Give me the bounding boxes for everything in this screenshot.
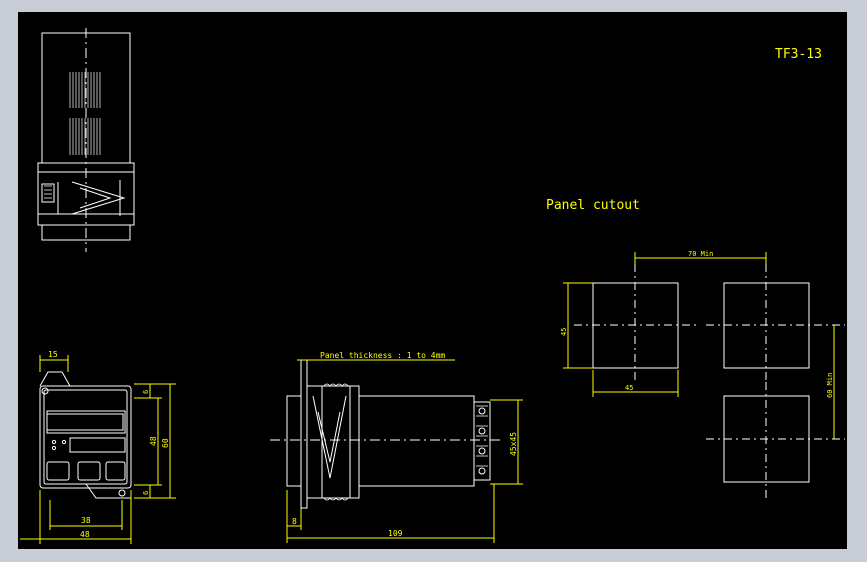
dim-front-height-overall: 60 bbox=[161, 438, 170, 448]
panel-cutout-label: Panel cutout bbox=[546, 198, 640, 213]
panel-thickness-note: Panel thickness : 1 to 4mm bbox=[320, 351, 445, 360]
cad-window: TF3-13 Panel cutout 15 48 38 48 60 6 6 P… bbox=[0, 0, 867, 562]
dim-front-inner-width: 38 bbox=[81, 516, 91, 525]
dim-side-panel-offset: 8 bbox=[292, 517, 297, 526]
dim-cutout-width: 45 bbox=[625, 384, 633, 392]
drawing-title: TF3-13 bbox=[775, 47, 822, 62]
dim-front-height-inner: 48 bbox=[149, 436, 158, 446]
dim-front-small-top: 6 bbox=[142, 390, 150, 394]
drawing-area[interactable] bbox=[18, 12, 847, 549]
dim-side-height: 45x45 bbox=[509, 432, 518, 456]
dim-side-length: 109 bbox=[388, 529, 403, 538]
dim-cutout-height: 45 bbox=[560, 328, 568, 336]
dim-front-top-width: 15 bbox=[48, 350, 58, 359]
dim-front-small-bottom: 6 bbox=[142, 491, 150, 495]
dim-cutout-horizontal-spacing: 70 Min bbox=[688, 250, 713, 258]
dim-front-overall-width: 48 bbox=[80, 530, 90, 539]
dim-cutout-vertical-spacing: 60 Min bbox=[826, 373, 834, 398]
cad-drawing-canvas[interactable]: TF3-13 Panel cutout 15 48 38 48 60 6 6 P… bbox=[0, 0, 867, 562]
